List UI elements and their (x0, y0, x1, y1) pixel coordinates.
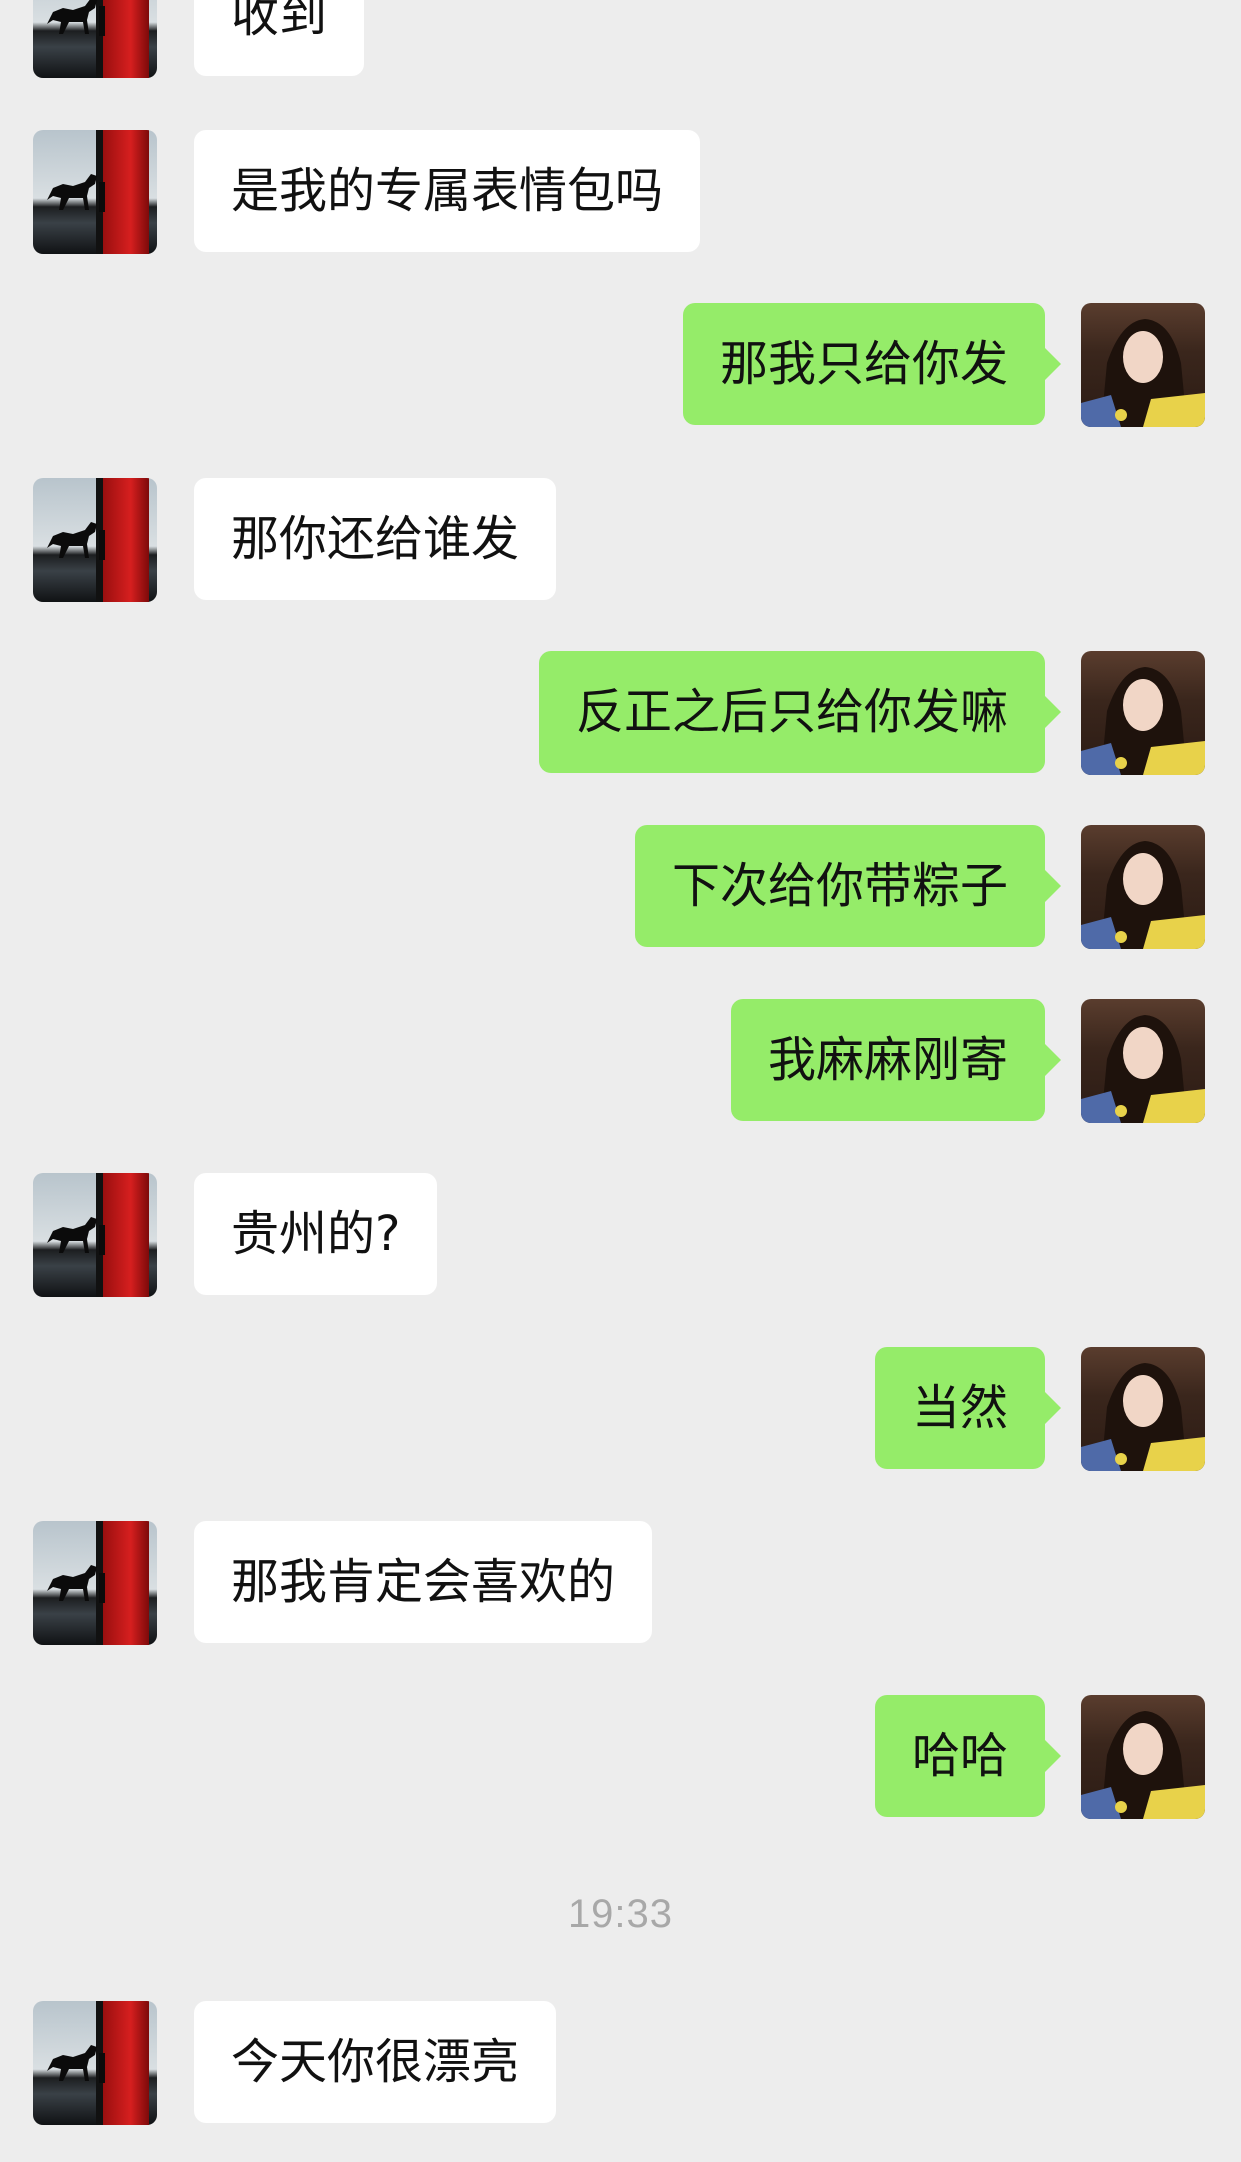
contact-avatar[interactable] (33, 130, 157, 254)
horse-silhouette-icon (47, 1217, 105, 1255)
message-bubble[interactable]: 那我肯定会喜欢的 (194, 1521, 653, 1643)
message-row-incoming: 贵州的? (0, 1173, 1241, 1297)
user-avatar[interactable] (1081, 1347, 1205, 1471)
girl-portrait-icon (1081, 1711, 1205, 1819)
girl-portrait-icon (1081, 1363, 1205, 1471)
horse-silhouette-icon (47, 2045, 105, 2083)
message-row-outgoing: 下次给你带粽子 (0, 825, 1241, 949)
chat-message-list: 收到 是我的专属表情包吗 那我只给你发 那你还给谁发 反正之后只给你发嘛 下次给… (0, 0, 1241, 2162)
contact-avatar[interactable] (33, 2001, 157, 2125)
message-bubble[interactable]: 今天你很漂亮 (194, 2001, 557, 2123)
message-row-incoming: 是我的专属表情包吗 (0, 130, 1241, 254)
girl-portrait-icon (1081, 667, 1205, 775)
message-bubble[interactable]: 是我的专属表情包吗 (194, 130, 701, 252)
message-row-incoming: 那我肯定会喜欢的 (0, 1521, 1241, 1645)
horse-silhouette-icon (47, 174, 105, 212)
girl-portrait-icon (1081, 1015, 1205, 1123)
user-avatar[interactable] (1081, 651, 1205, 775)
message-bubble[interactable]: 哈哈 (874, 1695, 1062, 1817)
message-bubble[interactable]: 我麻麻刚寄 (730, 999, 1062, 1121)
message-bubble[interactable]: 贵州的? (194, 1173, 438, 1295)
message-row-incoming: 收到 (0, 0, 1241, 78)
contact-avatar[interactable] (33, 0, 157, 78)
message-bubble[interactable]: 那你还给谁发 (194, 478, 557, 600)
message-row-outgoing: 那我只给你发 (0, 303, 1241, 427)
message-row-outgoing: 我麻麻刚寄 (0, 999, 1241, 1123)
user-avatar[interactable] (1081, 999, 1205, 1123)
horse-silhouette-icon (47, 0, 105, 36)
girl-portrait-icon (1081, 319, 1205, 427)
message-bubble[interactable]: 下次给你带粽子 (634, 825, 1062, 947)
horse-silhouette-icon (47, 1565, 105, 1603)
user-avatar[interactable] (1081, 303, 1205, 427)
user-avatar[interactable] (1081, 1695, 1205, 1819)
message-row-outgoing: 反正之后只给你发嘛 (0, 651, 1241, 775)
message-bubble[interactable]: 收到 (194, 0, 365, 76)
horse-silhouette-icon (47, 522, 105, 560)
user-avatar[interactable] (1081, 825, 1205, 949)
message-bubble[interactable]: 当然 (874, 1347, 1062, 1469)
message-bubble[interactable]: 反正之后只给你发嘛 (538, 651, 1062, 773)
contact-avatar[interactable] (33, 478, 157, 602)
message-timestamp: 19:33 (567, 1892, 674, 1936)
message-row-outgoing: 当然 (0, 1347, 1241, 1471)
contact-avatar[interactable] (33, 1173, 157, 1297)
message-row-outgoing: 哈哈 (0, 1695, 1241, 1819)
message-row-incoming: 今天你很漂亮 (0, 2001, 1241, 2125)
message-bubble[interactable]: 那我只给你发 (682, 303, 1062, 425)
message-row-incoming: 那你还给谁发 (0, 478, 1241, 602)
contact-avatar[interactable] (33, 1521, 157, 1645)
girl-portrait-icon (1081, 841, 1205, 949)
